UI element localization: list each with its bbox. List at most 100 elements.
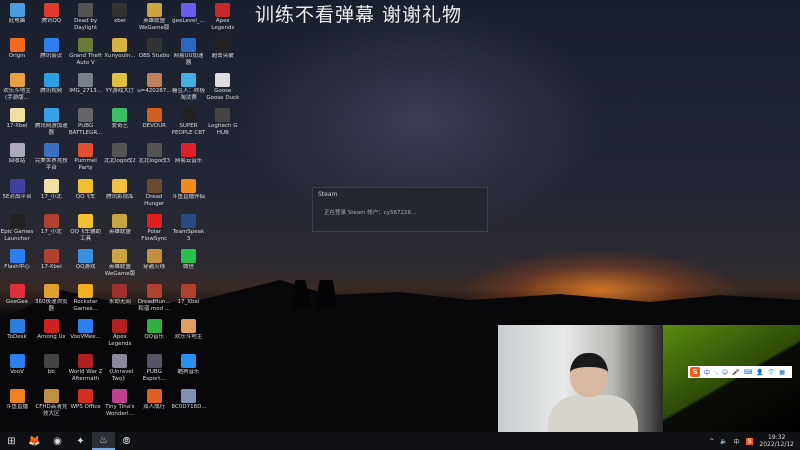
desktop-icon[interactable]: GeeGee: [0, 283, 34, 319]
desktop-icon[interactable]: 英雄联盟: [103, 213, 137, 249]
keyboard-icon[interactable]: ⌨: [744, 369, 753, 376]
desktop-icon[interactable]: 8C0D716D...: [172, 389, 206, 424]
desktop-icon[interactable]: 爱奇艺: [103, 108, 137, 143]
desktop-icon[interactable]: Origin: [0, 38, 34, 73]
emoji-icon[interactable]: ☺: [722, 369, 728, 376]
desktop-icon[interactable]: 穿越火线: [137, 248, 171, 284]
desktop-icon[interactable]: CFHD高清竞技大区: [34, 389, 68, 424]
desktop-icon[interactable]: 网易UU加速器: [172, 38, 206, 73]
desktop-icon[interactable]: PUBG Esport...: [137, 354, 171, 389]
sogou-tray-icon[interactable]: S: [745, 437, 754, 445]
taskbar-steam-icon[interactable]: ♨: [92, 432, 115, 450]
desktop-icon[interactable]: OBS Studio: [137, 38, 171, 73]
desktop-icon[interactable]: Dead by Daylight: [69, 3, 103, 38]
desktop-icon[interactable]: ToDesk: [0, 318, 34, 354]
desktop-icon[interactable]: Apex Legends: [206, 3, 240, 38]
desktop-icon[interactable]: 超击突破: [206, 38, 240, 73]
punctuation-icon[interactable]: ·,: [714, 369, 718, 376]
desktop-icon[interactable]: DreadHun... 和谐 mod ...: [137, 283, 171, 319]
desktop-icon[interactable]: QQ游戏: [69, 248, 103, 284]
desktop-icon[interactable]: 欢乐斗地主(手游版...: [0, 73, 34, 108]
desktop-icon[interactable]: 永劫无间: [103, 283, 137, 319]
taskbar-app-game-icon[interactable]: 🦊: [23, 432, 46, 450]
ime-mode-toggle[interactable]: 中: [704, 368, 710, 377]
desktop-icon[interactable]: 此电脑: [0, 3, 34, 38]
desktop-icon[interactable]: 17-Xbei: [34, 248, 68, 284]
desktop-icon[interactable]: Grand Theft Auto V: [69, 38, 103, 73]
desktop-icon[interactable]: 欢乐斗地主: [172, 318, 206, 354]
desktop-icon[interactable]: u=420287...: [137, 73, 171, 108]
desktop-icon[interactable]: 腾讯QQ: [34, 3, 68, 38]
desktop-icon[interactable]: Apex Legends: [103, 318, 137, 354]
desktop-icon[interactable]: World War Z Aftermath: [69, 354, 103, 389]
app-icon: [112, 38, 128, 53]
desktop-icon[interactable]: 360极速浏览器: [34, 283, 68, 319]
desktop-icon[interactable]: 17_Xbei: [172, 283, 206, 319]
desktop-icon[interactable]: Rockstar Games...: [69, 283, 103, 319]
volume-icon[interactable]: 🔈: [720, 438, 727, 445]
desktop-icon[interactable]: 双人成行: [137, 389, 171, 424]
desktop-icon[interactable]: 腾讯会议: [34, 38, 68, 73]
taskbar-obs-icon[interactable]: ⦾: [115, 432, 138, 450]
desktop-icon[interactable]: QQ音乐: [137, 318, 171, 354]
desktop-icon[interactable]: Flash中心: [0, 248, 34, 284]
desktop-icon[interactable]: 腾讯影视库: [103, 178, 137, 214]
desktop-icon[interactable]: PUBG BATTLEGR...: [69, 108, 103, 143]
desktop-icon[interactable]: Pummel Party: [69, 143, 103, 178]
desktop-icon[interactable]: Logitech G HUB: [206, 108, 240, 143]
desktop-icon[interactable]: Tiny Tina's Wonderl...: [103, 389, 137, 424]
desktop-icon[interactable]: WPS Office: [69, 389, 103, 424]
desktop-icon[interactable]: xbei: [103, 3, 137, 38]
desktop-icon[interactable]: 网易云音乐: [172, 143, 206, 178]
desktop-icon[interactable]: VooVMee...: [69, 318, 103, 354]
clock[interactable]: 19:32 2022/12/12: [759, 434, 794, 448]
desktop-icon[interactable]: geeLevel_...: [172, 3, 206, 38]
desktop-icon[interactable]: TeamSpeak 3: [172, 213, 206, 249]
toolbox-icon[interactable]: ▦: [779, 369, 785, 376]
desktop-icon[interactable]: Among Us: [34, 318, 68, 354]
desktop-icon[interactable]: 《Unravel Two》: [103, 354, 137, 389]
desktop-icon[interactable]: Dread Hunger: [137, 178, 171, 214]
user-icon[interactable]: 👤: [756, 369, 763, 376]
desktop-icon[interactable]: DEVOUR: [137, 108, 171, 143]
start-button[interactable]: ⊞: [0, 432, 23, 450]
desktop-icon[interactable]: 5E对战平台: [0, 178, 34, 214]
desktop-icon[interactable]: QQ飞车: [69, 178, 103, 214]
desktop-icon[interactable]: Polar FlowSync: [137, 213, 171, 249]
app-icon: [43, 108, 59, 123]
desktop-icon[interactable]: 回收站: [0, 143, 34, 178]
desktop-icon[interactable]: 腾讯视频: [34, 73, 68, 108]
desktop-icon[interactable]: 酷狗音乐: [172, 354, 206, 389]
desktop-icon[interactable]: 北北logo改3: [137, 143, 171, 178]
desktop-icon[interactable]: 北北logo改2: [103, 143, 137, 178]
desktop-icon[interactable]: 17_小北: [34, 178, 68, 214]
desktop-icon[interactable]: 糖豆人：终极淘汰赛: [172, 73, 206, 108]
taskbar-league-icon[interactable]: ✦: [69, 432, 92, 450]
desktop-icon[interactable]: 腾讯网游加速器: [34, 108, 68, 143]
desktop-icon[interactable]: YY游戏大厅: [103, 73, 137, 108]
desktop-icon[interactable]: Goose Goose Duck: [206, 73, 240, 108]
taskbar-browser-icon[interactable]: ◉: [46, 432, 69, 450]
desktop-icon[interactable]: bb: [34, 354, 68, 389]
desktop-icon[interactable]: Epic Games Launcher: [0, 213, 34, 249]
desktop-icon[interactable]: 英雄联盟WeGame版: [103, 248, 137, 284]
desktop-icon-label: 8C0D716D...: [171, 404, 206, 411]
skin-icon[interactable]: 👕: [768, 369, 775, 376]
desktop-icon[interactable]: XunyouIn...: [103, 38, 137, 73]
desktop-icon[interactable]: 斗鱼直播伴侣: [172, 178, 206, 214]
tray-chevron-icon[interactable]: ^: [709, 438, 714, 445]
steam-login-dialog[interactable]: Steam 正在登录 Steam 帐户：cy567228...: [312, 187, 488, 232]
desktop-icon[interactable]: IMG_2713...: [69, 73, 103, 108]
desktop-icon[interactable]: 17-Xbei: [0, 108, 34, 143]
ime-toolbar[interactable]: S 中 ·, ☺ 🎤 ⌨ 👤 👕 ▦: [688, 366, 792, 378]
desktop-icon[interactable]: 17_小北: [34, 213, 68, 249]
desktop-icon[interactable]: 斗鱼直播: [0, 389, 34, 424]
desktop-icon[interactable]: VooV: [0, 354, 34, 389]
ime-indicator[interactable]: 中: [734, 437, 740, 446]
desktop-icon[interactable]: 完美世界竞技平台: [34, 143, 68, 178]
desktop-icon[interactable]: QQ飞车辅助工具: [69, 213, 103, 249]
microphone-icon[interactable]: 🎤: [732, 369, 739, 376]
desktop-icon[interactable]: 微信: [172, 248, 206, 284]
desktop-icon[interactable]: 英雄联盟WeGame版: [137, 3, 171, 38]
desktop-icon[interactable]: SUPER PEOPLE CBT: [172, 108, 206, 143]
